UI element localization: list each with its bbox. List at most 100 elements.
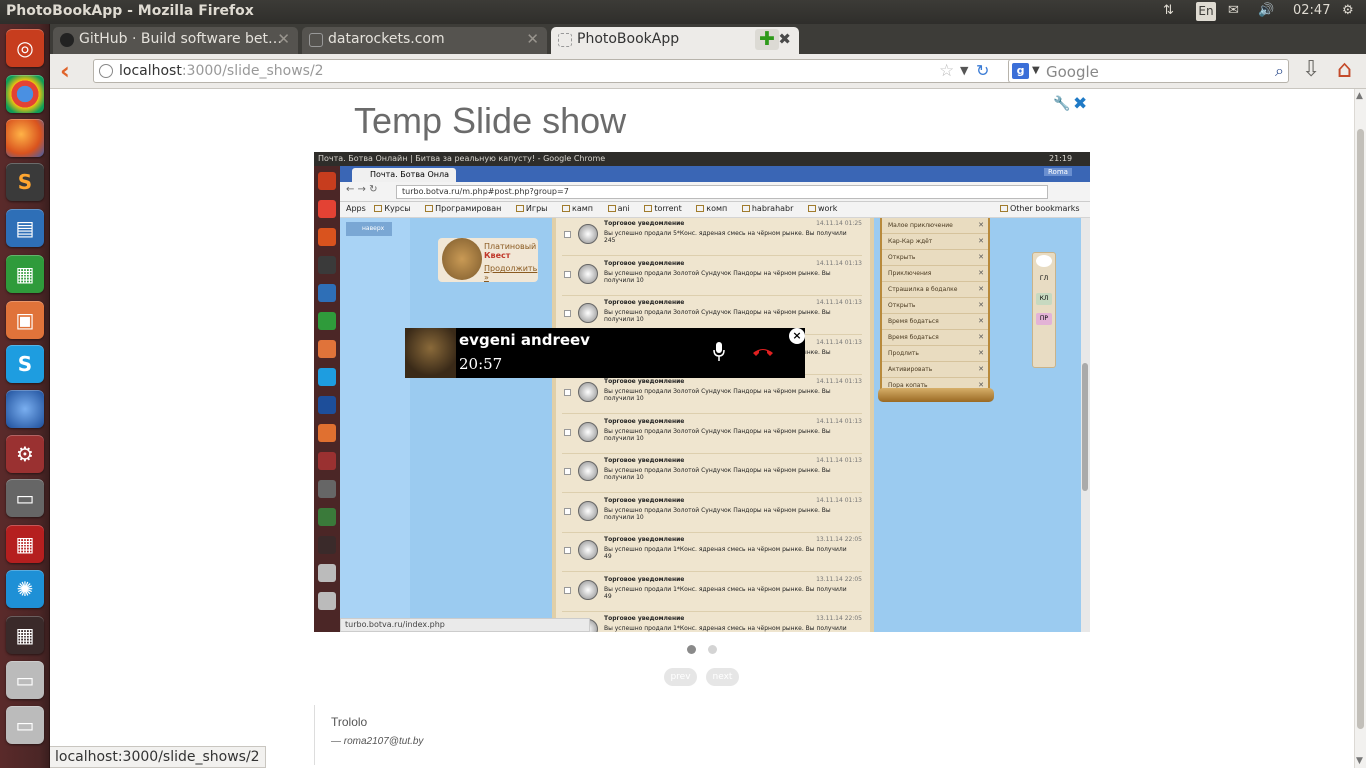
url-path: :3000/slide_shows/2: [181, 63, 324, 79]
coin-icon: [578, 382, 598, 402]
close-tab-icon[interactable]: ✕: [526, 30, 539, 48]
close-icon: ✕: [978, 285, 984, 293]
search-bar[interactable]: g ▼ Google ⌕: [1008, 59, 1289, 83]
drive-icon-2[interactable]: ▭: [6, 706, 44, 744]
thunderbird-icon[interactable]: [6, 390, 44, 428]
url-bar[interactable]: localhost:3000/slide_shows/2 ☆ ▼ ↻: [93, 59, 1048, 83]
chevron-down-icon[interactable]: ▼: [960, 64, 968, 77]
side-item-label: Страшилка в бодалке: [888, 286, 958, 293]
slide-indicator-active[interactable]: [687, 645, 696, 654]
slide-side-item: Активировать ✕: [882, 362, 988, 378]
new-tab-button[interactable]: ✚: [755, 29, 779, 50]
feed-item-text: Вы успешно продали 1*Конс. ядреная смесь…: [604, 546, 847, 560]
back-button[interactable]: ‹: [60, 57, 70, 85]
coin-icon: [578, 540, 598, 560]
slide-scrollbar: [1081, 218, 1090, 632]
impress-icon[interactable]: ▣: [6, 301, 44, 339]
volume-icon[interactable]: 🔊: [1258, 3, 1274, 18]
sublime-icon[interactable]: S: [6, 163, 44, 201]
workspace-icon[interactable]: ▦: [6, 525, 44, 563]
coin-icon: [578, 421, 598, 442]
clock[interactable]: 02:47: [1293, 3, 1330, 18]
checkbox: [564, 428, 571, 436]
tab-label: datarockets.com: [328, 31, 445, 47]
download-icon[interactable]: ⇩: [1302, 57, 1320, 82]
feed-item-heading: Торговое уведомление: [604, 259, 685, 267]
checkbox: [564, 586, 571, 594]
page-scrollbar[interactable]: ▲ ▼: [1354, 89, 1366, 768]
slide-side-item: Приключения ✕: [882, 266, 988, 282]
prev-button[interactable]: prev: [664, 668, 697, 686]
writer-icon[interactable]: ▤: [6, 209, 44, 247]
url-text[interactable]: localhost:3000/slide_shows/2: [119, 63, 324, 79]
bookmark-star-icon[interactable]: ☆: [939, 61, 954, 81]
slide-impress-icon: [318, 340, 336, 358]
checkbox: [564, 310, 571, 317]
slide-window-title: Почта. Ботва Онлайн | Битва за реальную …: [318, 154, 606, 163]
slide-side-item: Малое приключение ✕: [882, 218, 988, 234]
globe-icon: [99, 64, 113, 78]
close-tab-icon[interactable]: ✕: [277, 30, 290, 48]
page-icon: [558, 33, 572, 47]
slide-left-column: наверх: [340, 218, 410, 632]
coin-icon: [578, 303, 598, 323]
hang-up-icon: [753, 349, 773, 356]
slide-other-bookmarks: Other bookmarks: [1010, 204, 1080, 213]
slide-quest-card: Платиновый Квест Продолжить »: [438, 238, 538, 282]
feed-item-heading: Торговое уведомление: [604, 496, 685, 504]
search-icon[interactable]: ⌕: [1275, 61, 1284, 81]
feed-item-text: Вы успешно продали Золотой Сундучок Панд…: [604, 269, 831, 284]
close-tab-icon[interactable]: ✖: [778, 30, 791, 48]
feed-item-date: 13.11.14 22:05: [816, 536, 862, 543]
page-content: Temp Slide show 🔧 ✖ Почта. Ботва Онлайн …: [50, 89, 1354, 768]
files-icon[interactable]: ▭: [6, 479, 44, 517]
slide-workspace-icon: [318, 536, 336, 554]
home-icon[interactable]: ⌂: [1337, 55, 1352, 83]
checkbox: [564, 507, 571, 515]
firefox-icon[interactable]: [6, 119, 44, 157]
feed-item-date: 14.11.14 01:25: [816, 220, 862, 227]
feed-item-date: 14.11.14 01:13: [816, 457, 862, 464]
scroll-down-icon[interactable]: ▼: [1356, 756, 1363, 766]
next-button[interactable]: next: [706, 668, 739, 686]
feed-item-heading: Торговое уведомление: [604, 378, 685, 385]
chromium-icon[interactable]: [6, 75, 44, 113]
slide-quest-link: Продолжить »: [484, 264, 538, 282]
workspace-switcher-icon[interactable]: ▦: [6, 616, 44, 654]
calc-icon[interactable]: ▦: [6, 255, 44, 293]
scroll-up-icon[interactable]: ▲: [1356, 91, 1363, 101]
tab-github[interactable]: GitHub · Build software bet… ✕: [53, 27, 298, 54]
slide-dock: ГЛ КЛ ПР: [1032, 252, 1056, 368]
close-icon: ✕: [978, 301, 984, 309]
slide-indicator[interactable]: [708, 645, 717, 654]
scroll-thumb[interactable]: [1357, 129, 1364, 729]
slide-quest-subtitle: Квест: [484, 251, 511, 260]
wrench-icon[interactable]: 🔧: [1053, 96, 1070, 112]
chevron-down-icon[interactable]: ▼: [1032, 65, 1040, 76]
slide-feed-item: Торговое уведомление Вы успешно продали 5…: [562, 218, 862, 256]
slide-dash-icon: [318, 172, 336, 190]
close-icon: ✕: [978, 269, 984, 277]
feed-item-heading: Торговое уведомление: [604, 457, 685, 464]
close-icon[interactable]: ✖: [1073, 94, 1087, 114]
reload-icon[interactable]: ↻: [976, 61, 989, 80]
slide-up-button: наверх: [346, 222, 392, 236]
mail-icon[interactable]: ✉: [1228, 3, 1239, 18]
drive-icon[interactable]: ▭: [6, 661, 44, 699]
gear-icon[interactable]: ⚙: [1342, 3, 1354, 18]
google-icon[interactable]: g: [1012, 63, 1029, 79]
slide-quest-title: Платиновый: [484, 242, 537, 251]
tab-datarockets[interactable]: datarockets.com ✕: [302, 27, 547, 54]
slide-feed: Торговое уведомление Вы успешно продали 5…: [552, 218, 874, 632]
microphone-icon: [713, 342, 725, 361]
slide-files-icon: [318, 480, 336, 498]
dash-home-icon[interactable]: ◎: [6, 29, 44, 67]
skype-icon[interactable]: S: [6, 345, 44, 383]
network-manager-icon[interactable]: ✺: [6, 570, 44, 608]
system-top-bar: PhotoBookApp - Mozilla Firefox ⇅ En ✉ 🔊 …: [0, 0, 1366, 24]
slide-feed-item: Торговое уведомление Вы успешно продали З…: [562, 495, 862, 533]
settings-icon[interactable]: ⚙: [6, 435, 44, 473]
network-icon[interactable]: ⇅: [1163, 3, 1174, 18]
keyboard-layout-indicator[interactable]: En: [1196, 2, 1216, 21]
call-popup: evgeni andreev 20:57 ×: [405, 328, 805, 378]
